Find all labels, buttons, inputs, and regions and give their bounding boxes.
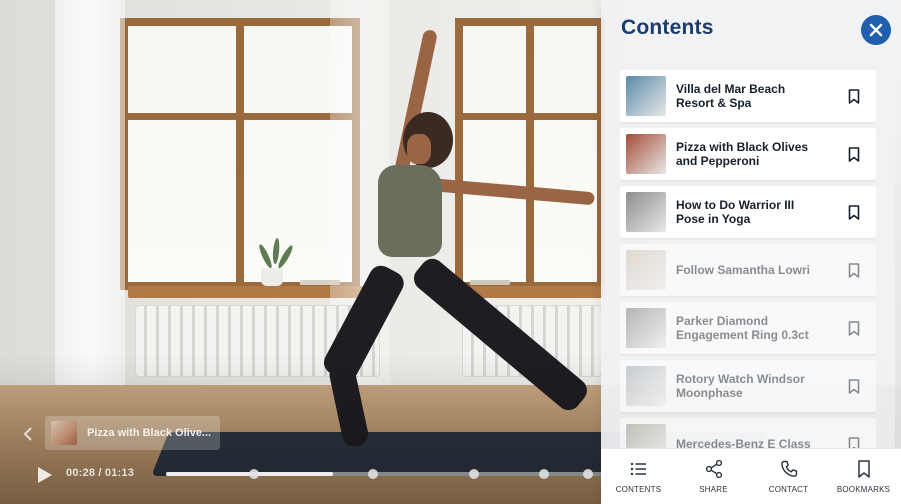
play-icon[interactable] bbox=[34, 465, 54, 485]
progress-track[interactable] bbox=[166, 469, 606, 479]
time-total: 01:13 bbox=[104, 467, 135, 479]
chevron-left-icon[interactable] bbox=[22, 425, 34, 443]
list-item[interactable]: Pizza with Black Olives and Pepperoni bbox=[620, 128, 876, 180]
chapter-marker[interactable] bbox=[469, 469, 479, 479]
list-item[interactable]: How to Do Warrior III Pose in Yoga bbox=[620, 186, 876, 238]
timecode: 00:28 / 01:13 bbox=[66, 467, 134, 479]
bookmark-icon[interactable] bbox=[848, 205, 860, 220]
contents-tab-label: CONTENTS bbox=[615, 485, 662, 494]
item-thumbnail bbox=[626, 366, 666, 406]
list-item[interactable]: Follow Samantha Lowri bbox=[620, 244, 876, 296]
phone-icon bbox=[780, 460, 797, 477]
current-chapter-chip[interactable]: Pizza with Black Olive... bbox=[45, 416, 220, 450]
item-thumbnail bbox=[626, 192, 666, 232]
contact-tab[interactable]: CONTACT bbox=[751, 449, 826, 504]
item-thumbnail bbox=[626, 76, 666, 116]
time-separator: / bbox=[95, 467, 105, 479]
bookmark-icon[interactable] bbox=[848, 321, 860, 336]
current-chapter-title: Pizza with Black Olive... bbox=[87, 427, 212, 439]
chapter-marker[interactable] bbox=[249, 469, 259, 479]
list-item[interactable]: Villa del Mar Beach Resort & Spa bbox=[620, 70, 876, 122]
item-thumbnail bbox=[626, 424, 666, 450]
item-label: How to Do Warrior III Pose in Yoga bbox=[676, 198, 795, 226]
bookmarks-tab[interactable]: BOOKMARKS bbox=[826, 449, 901, 504]
bookmarks-tab-label: BOOKMARKS bbox=[836, 485, 891, 494]
bookmark-icon[interactable] bbox=[848, 379, 860, 394]
video-player: Pizza with Black Olive... 00:28 / 01:13 … bbox=[0, 0, 901, 504]
panel-title: Contents bbox=[621, 16, 714, 39]
contact-tab-label: CONTACT bbox=[768, 485, 809, 494]
item-thumbnail bbox=[626, 308, 666, 348]
share-tab-label: SHARE bbox=[699, 485, 728, 494]
item-label: Pizza with Black Olives and Pepperoni bbox=[676, 140, 809, 168]
item-thumbnail bbox=[626, 250, 666, 290]
panel-toolbar: CONTENTS SHARE CONTACT BOOKMARKS bbox=[601, 448, 901, 504]
bookmark-icon[interactable] bbox=[848, 263, 860, 278]
panel-scroll-edge bbox=[895, 60, 901, 450]
item-thumbnail bbox=[626, 134, 666, 174]
item-label: Parker Diamond Engagement Ring 0.3ct bbox=[676, 314, 809, 342]
list-item[interactable]: Mercedes-Benz E Class bbox=[620, 418, 876, 450]
bookmark-icon[interactable] bbox=[848, 89, 860, 104]
contents-list: Villa del Mar Beach Resort & Spa Pizza w… bbox=[620, 70, 876, 450]
item-label: Rotory Watch Windsor Moonphase bbox=[676, 372, 805, 400]
share-icon bbox=[705, 459, 722, 479]
share-tab[interactable]: SHARE bbox=[676, 449, 751, 504]
bookmark-tab-icon bbox=[857, 460, 870, 478]
bookmark-icon[interactable] bbox=[848, 147, 860, 162]
chapter-thumbnail bbox=[51, 421, 77, 445]
list-item[interactable]: Rotory Watch Windsor Moonphase bbox=[620, 360, 876, 412]
contents-panel: Contents Villa del Mar Beach Resort & Sp… bbox=[601, 0, 901, 504]
contents-tab[interactable]: CONTENTS bbox=[601, 449, 676, 504]
close-icon[interactable] bbox=[861, 15, 891, 45]
list-item[interactable]: Parker Diamond Engagement Ring 0.3ct bbox=[620, 302, 876, 354]
list-icon bbox=[630, 462, 646, 476]
time-current: 00:28 bbox=[66, 467, 96, 479]
item-label: Follow Samantha Lowri bbox=[676, 263, 811, 277]
item-label: Villa del Mar Beach Resort & Spa bbox=[676, 82, 786, 110]
chapter-marker[interactable] bbox=[367, 469, 378, 479]
